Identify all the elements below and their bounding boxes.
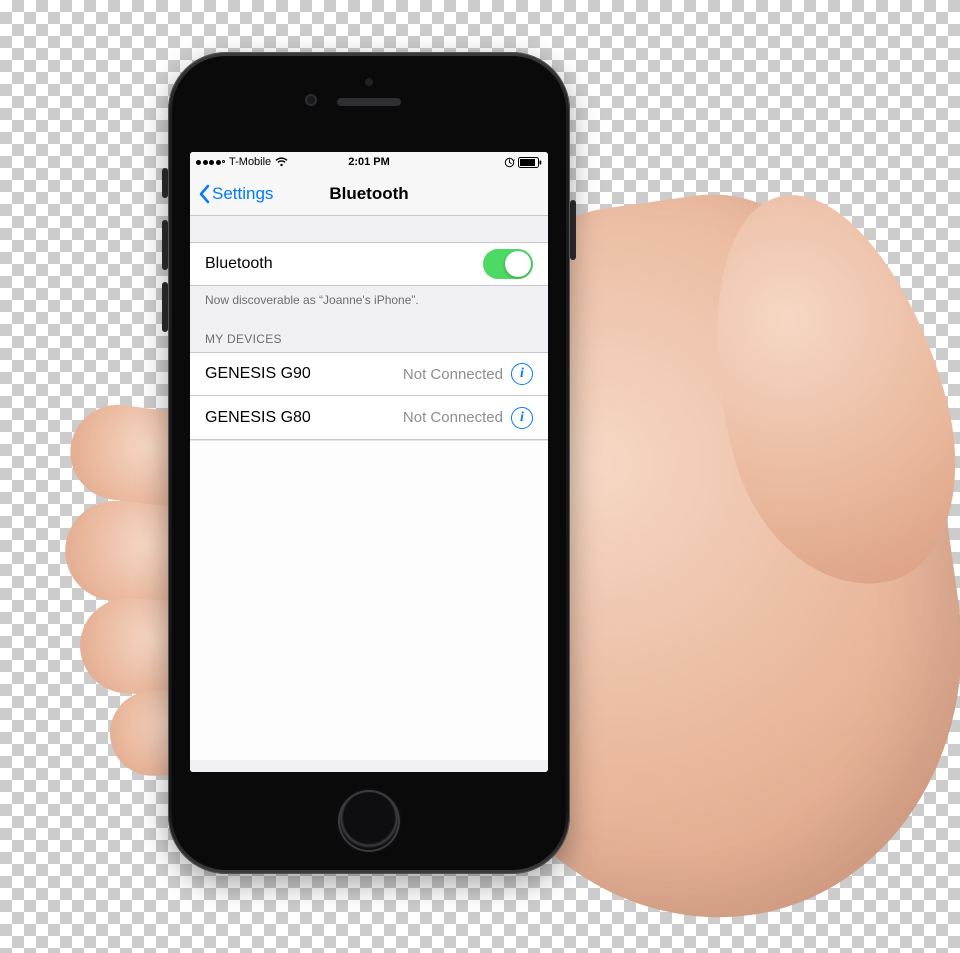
home-button[interactable] bbox=[338, 790, 400, 852]
clock: 2:01 PM bbox=[190, 156, 548, 168]
hand-thumb bbox=[672, 168, 960, 611]
device-name: GENESIS G80 bbox=[205, 409, 403, 427]
device-status: Not Connected bbox=[403, 409, 503, 426]
bluetooth-toggle-row[interactable]: Bluetooth bbox=[190, 242, 548, 286]
my-devices-header: MY DEVICES bbox=[190, 314, 548, 352]
navigation-bar: Settings Bluetooth bbox=[190, 172, 548, 216]
device-row[interactable]: GENESIS G90 Not Connected i bbox=[190, 352, 548, 396]
power-button[interactable] bbox=[570, 200, 576, 260]
info-icon[interactable]: i bbox=[511, 363, 533, 385]
device-name: GENESIS G90 bbox=[205, 365, 403, 383]
empty-area bbox=[190, 440, 548, 760]
device-status: Not Connected bbox=[403, 366, 503, 383]
front-camera bbox=[305, 94, 317, 106]
screen: T-Mobile 2:01 PM bbox=[190, 152, 548, 772]
status-bar: T-Mobile 2:01 PM bbox=[190, 152, 548, 172]
bluetooth-toggle-label: Bluetooth bbox=[205, 255, 483, 273]
proximity-sensor bbox=[365, 78, 373, 86]
page-title: Bluetooth bbox=[190, 184, 548, 204]
phone-frame: T-Mobile 2:01 PM bbox=[168, 52, 570, 874]
bluetooth-toggle[interactable] bbox=[483, 249, 533, 279]
settings-content[interactable]: Bluetooth Now discoverable as “Joanne's … bbox=[190, 216, 548, 772]
phone-body: T-Mobile 2:01 PM bbox=[172, 56, 566, 870]
device-row[interactable]: GENESIS G80 Not Connected i bbox=[190, 396, 548, 440]
info-icon[interactable]: i bbox=[511, 407, 533, 429]
discoverable-note: Now discoverable as “Joanne's iPhone”. bbox=[190, 286, 548, 314]
earpiece-speaker bbox=[337, 98, 401, 106]
toggle-knob bbox=[505, 251, 531, 277]
